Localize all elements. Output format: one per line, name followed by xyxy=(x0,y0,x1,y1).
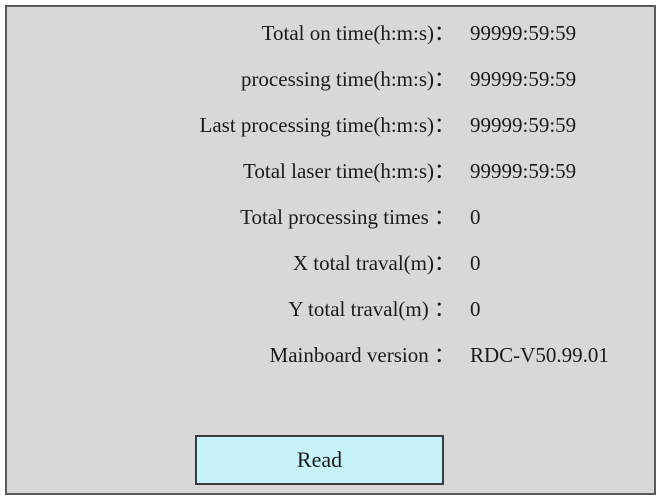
info-row-x-total-travel: X total traval(m)： 0 xyxy=(7,247,654,279)
info-row-last-processing-time: Last processing time(h:m:s)： 99999:59:59 xyxy=(7,109,654,141)
mainboard-version-label: Mainboard version ： xyxy=(269,343,455,367)
total-laser-time-label: Total laser time(h:m:s)： xyxy=(243,159,455,183)
info-row-mainboard-version: Mainboard version ： RDC-V50.99.01 xyxy=(7,339,654,371)
info-row-total-on-time: Total on time(h:m:s)： 99999:59:59 xyxy=(7,17,654,49)
total-on-time-label: Total on time(h:m:s)： xyxy=(261,21,455,45)
x-total-travel-value: 0 xyxy=(470,251,481,275)
processing-time-label: processing time(h:m:s)： xyxy=(240,67,455,91)
info-row-total-laser-time: Total laser time(h:m:s)： 99999:59:59 xyxy=(7,155,654,187)
y-total-travel-label: Y total traval(m) ： xyxy=(288,297,455,321)
info-row-total-processing-times: Total processing times ： 0 xyxy=(7,201,654,233)
info-row-processing-time: processing time(h:m:s)： 99999:59:59 xyxy=(7,63,654,95)
last-processing-time-label: Last processing time(h:m:s)： xyxy=(199,113,455,137)
x-total-travel-label: X total traval(m)： xyxy=(292,251,455,275)
last-processing-time-value: 99999:59:59 xyxy=(470,113,577,137)
y-total-travel-value: 0 xyxy=(470,297,481,321)
machine-info-panel: Total on time(h:m:s)： 99999:59:59 proces… xyxy=(5,5,656,495)
processing-time-value: 99999:59:59 xyxy=(470,67,577,91)
info-row-y-total-travel: Y total traval(m) ： 0 xyxy=(7,293,654,325)
mainboard-version-value: RDC-V50.99.01 xyxy=(470,343,609,367)
total-on-time-value: 99999:59:59 xyxy=(470,21,577,45)
total-processing-times-label: Total processing times ： xyxy=(240,205,455,229)
read-button[interactable]: Read xyxy=(195,435,444,485)
total-processing-times-value: 0 xyxy=(470,205,481,229)
total-laser-time-value: 99999:59:59 xyxy=(470,159,577,183)
